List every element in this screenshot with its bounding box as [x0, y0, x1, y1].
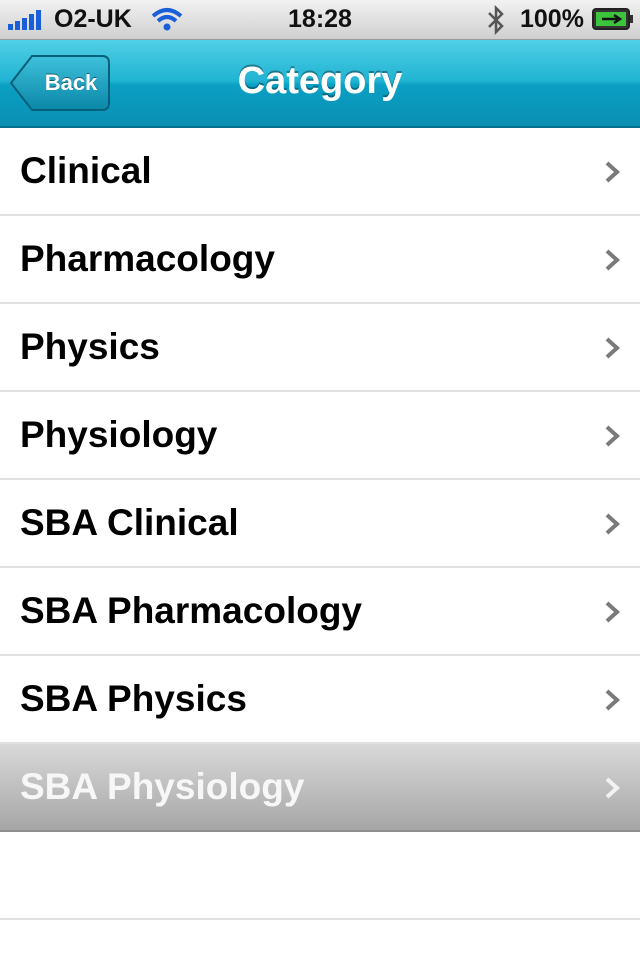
chevron-right-icon	[605, 601, 620, 623]
bluetooth-icon	[488, 5, 504, 35]
chevron-right-icon	[605, 337, 620, 359]
category-row-physics[interactable]: Physics	[0, 304, 640, 392]
category-list: Clinical Pharmacology Physics Physiology…	[0, 128, 640, 920]
category-label: SBA Pharmacology	[20, 590, 362, 631]
category-label: SBA Physiology	[20, 766, 305, 807]
chevron-right-icon	[605, 249, 620, 271]
empty-row	[0, 832, 640, 920]
category-row-pharmacology[interactable]: Pharmacology	[0, 216, 640, 304]
back-button[interactable]: Back	[10, 55, 110, 111]
category-label: SBA Clinical	[20, 502, 239, 543]
category-label: Physics	[20, 326, 160, 367]
chevron-right-icon	[605, 513, 620, 535]
status-bar: O2-UK 18:28 100%	[0, 0, 640, 40]
navigation-bar: Category Back	[0, 40, 640, 128]
chevron-right-icon	[605, 689, 620, 711]
battery-percentage: 100%	[520, 5, 584, 33]
chevron-right-icon	[605, 777, 620, 799]
category-label: Clinical	[20, 150, 152, 191]
category-row-sba-physiology[interactable]: SBA Physiology	[0, 744, 640, 832]
category-row-sba-pharmacology[interactable]: SBA Pharmacology	[0, 568, 640, 656]
chevron-right-icon	[605, 425, 620, 447]
battery-charging-icon	[592, 8, 633, 30]
category-row-sba-clinical[interactable]: SBA Clinical	[0, 480, 640, 568]
chevron-right-icon	[605, 161, 620, 183]
category-label: SBA Physics	[20, 678, 247, 719]
category-row-physiology[interactable]: Physiology	[0, 392, 640, 480]
category-label: Pharmacology	[20, 238, 275, 279]
category-row-clinical[interactable]: Clinical	[0, 128, 640, 216]
back-button-label: Back	[44, 70, 98, 95]
category-label: Physiology	[20, 414, 218, 455]
category-row-sba-physics[interactable]: SBA Physics	[0, 656, 640, 744]
